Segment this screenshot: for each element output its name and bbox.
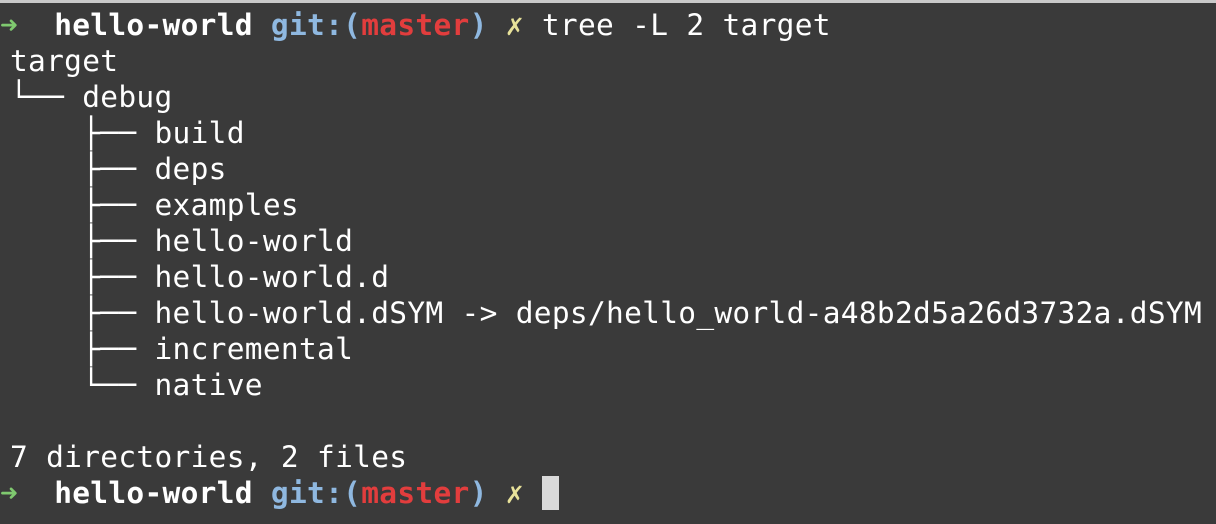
tree-item: ├── hello-world.dSYM -> deps/hello_world…: [0, 295, 1216, 331]
tree-item-name: examples: [154, 188, 299, 222]
tree-item: ├── examples: [0, 187, 1216, 223]
tree-connector: ├──: [82, 260, 155, 294]
tree-item-name: debug: [82, 80, 173, 114]
tree-connector: ├──: [82, 116, 155, 150]
tree-item-name: hello-world.dSYM -> deps/hello_world-a48…: [154, 296, 1203, 330]
git-prefix: git:(: [270, 8, 362, 42]
terminal-window[interactable]: ➜ hello-world git:(master) ✗ tree -L 2 t…: [0, 7, 1216, 524]
tree-item: └── native: [0, 367, 1216, 403]
tree-item: └── debug: [0, 79, 1216, 115]
tree-item: ├── hello-world: [0, 223, 1216, 259]
git-dirty-icon: ✗: [505, 8, 524, 42]
tree-item-name: native: [154, 368, 263, 402]
git-branch: master: [361, 8, 470, 42]
tree-item: ├── hello-world.d: [0, 259, 1216, 295]
tree-item: ├── build: [0, 115, 1216, 151]
tree-item-name: build: [154, 116, 245, 150]
text-cursor[interactable]: [541, 476, 559, 510]
tree-item-name: hello-world: [154, 224, 354, 258]
prompt-line: ➜ hello-world git:(master) ✗ tree -L 2 t…: [0, 7, 1216, 43]
tree-connector: ├──: [82, 224, 155, 258]
git-dirty-icon: ✗: [505, 476, 524, 510]
prompt-directory: hello-world: [54, 476, 253, 510]
tree-connector: ├──: [82, 152, 155, 186]
entered-command: tree -L 2 target: [541, 8, 831, 42]
tree-item-name: incremental: [154, 332, 354, 366]
tree-item-name: deps: [154, 152, 227, 186]
git-suffix: ): [469, 8, 488, 42]
prompt-line-active[interactable]: ➜ hello-world git:(master) ✗: [0, 475, 1216, 511]
prompt-directory: hello-world: [54, 8, 253, 42]
tree-connector: └──: [10, 80, 83, 114]
tree-connector: ├──: [82, 332, 155, 366]
tree-root: target: [10, 44, 119, 78]
git-suffix: ): [469, 476, 488, 510]
tree-item: ├── incremental: [0, 331, 1216, 367]
git-branch: master: [361, 476, 470, 510]
tree-item-name: hello-world.d: [154, 260, 390, 294]
prompt-arrow-icon: ➜: [0, 8, 19, 42]
tree-summary: 7 directories, 2 files: [10, 440, 408, 474]
tree-connector: └──: [82, 368, 155, 402]
tree-item: ├── deps: [0, 151, 1216, 187]
tree-connector: ├──: [82, 188, 155, 222]
prompt-arrow-icon: ➜: [0, 476, 19, 510]
tree-connector: ├──: [82, 296, 155, 330]
git-prefix: git:(: [270, 476, 362, 510]
